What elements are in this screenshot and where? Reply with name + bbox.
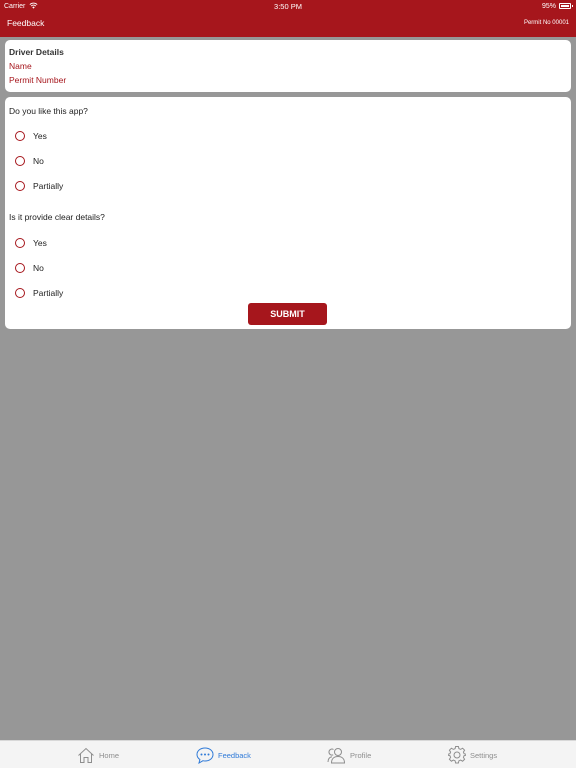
chat-bubble-icon (196, 746, 214, 764)
status-bar: Carrier 3:50 PM 95% (0, 0, 576, 13)
option-label: Yes (33, 238, 47, 248)
radio-button[interactable] (15, 263, 25, 273)
tab-label: Home (99, 750, 120, 760)
driver-permit-field: Permit Number (9, 75, 67, 85)
q1-option-yes[interactable]: Yes (15, 130, 47, 142)
submit-button[interactable]: SUBMIT (248, 303, 327, 325)
battery-icon (559, 3, 573, 9)
tab-label: Settings (470, 750, 498, 760)
radio-button[interactable] (15, 238, 25, 248)
driver-details-card: Driver Details Name Permit Number (5, 40, 571, 92)
option-label: Yes (33, 131, 47, 141)
tab-bar: Home Feedback Profile Settings (0, 740, 576, 768)
question-2-text: Is it provide clear details? (9, 212, 105, 222)
radio-button[interactable] (15, 156, 25, 166)
profile-icon (327, 747, 346, 763)
tab-label: Feedback (218, 750, 251, 760)
home-icon (78, 747, 94, 763)
radio-button[interactable] (15, 181, 25, 191)
option-label: Partially (33, 288, 64, 298)
driver-name-field: Name (9, 61, 32, 71)
battery-percent: 95% (541, 3, 556, 10)
tab-feedback[interactable]: Feedback (196, 745, 251, 765)
questions-card: Do you like this app? Yes No Partially I… (5, 97, 571, 329)
radio-button[interactable] (15, 131, 25, 141)
q2-option-no[interactable]: No (15, 262, 44, 274)
q2-option-partially[interactable]: Partially (15, 287, 63, 299)
tab-profile[interactable]: Profile (327, 745, 371, 765)
question-1-text: Do you like this app? (9, 106, 88, 116)
page-title: Feedback (7, 18, 45, 28)
q1-option-partially[interactable]: Partially (15, 180, 63, 192)
radio-button[interactable] (15, 288, 25, 298)
tab-home[interactable]: Home (77, 745, 119, 765)
app-header: Carrier 3:50 PM 95% Feedback Permit No 0… (0, 0, 576, 37)
permit-number: Permit No 00001 (523, 20, 569, 26)
option-label: No (33, 263, 44, 273)
q1-option-no[interactable]: No (15, 155, 44, 167)
tab-label: Profile (350, 750, 372, 760)
gear-icon (448, 746, 466, 764)
option-label: No (33, 156, 44, 166)
q2-option-yes[interactable]: Yes (15, 237, 47, 249)
tab-settings[interactable]: Settings (448, 745, 497, 765)
clock: 3:50 PM (274, 2, 302, 11)
option-label: Partially (33, 181, 64, 191)
driver-details-title: Driver Details (9, 47, 64, 57)
